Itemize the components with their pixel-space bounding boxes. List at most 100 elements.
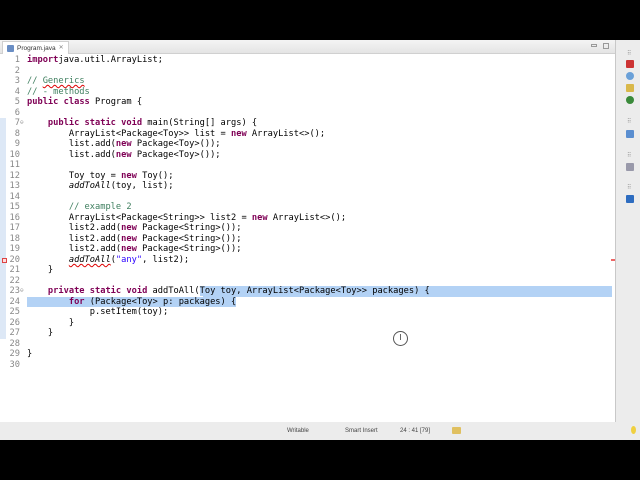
code-token: import (27, 55, 59, 65)
code-line[interactable]: 18 list2.add(new Package<String>()); (0, 233, 615, 245)
code-token: } (27, 265, 54, 276)
code-token: Program { (89, 97, 143, 108)
progress-icon[interactable] (452, 427, 461, 434)
lightbulb-icon[interactable] (631, 426, 636, 434)
code-token: Package<String>()); (136, 223, 242, 234)
code-text: list2.add(new Package<String>()); (27, 234, 242, 245)
code-text: } (27, 328, 53, 339)
code-token: addToAll( (147, 286, 200, 297)
status-insert-mode: Smart Insert (345, 428, 378, 434)
code-line[interactable]: 15 // example 2 (0, 202, 615, 213)
line-number: 18 (9, 233, 20, 244)
console-icon[interactable] (626, 195, 634, 203)
line-number: 4 (14, 86, 20, 97)
code-token: list2.add( (27, 244, 122, 255)
code-line[interactable]: 7 ⊖ public static void main(String[] args… (0, 118, 615, 129)
code-line[interactable]: 21 } (0, 265, 615, 276)
code-token: addToAll (68, 254, 111, 265)
code-token: new (121, 170, 137, 181)
code-text: public static void main(String[] args) { (27, 118, 257, 129)
code-token: Package<Toy>()); (131, 149, 221, 160)
fold-toggle-icon[interactable]: ⊖ (20, 118, 24, 129)
editor-tab-bar: Program.java ✕ (0, 40, 615, 54)
right-toolbar: ⠿ ⠿ ⠿ ⠿ (620, 40, 640, 210)
hierarchy-icon[interactable] (626, 130, 634, 138)
code-line[interactable]: 24 for (Package<Toy> p: packages) { (0, 296, 615, 308)
status-bar: Writable Smart Insert 24 : 41 [79] (0, 422, 640, 440)
java-editor[interactable]: Program.java ✕ 1 importjava.util.ArrayLis… (0, 40, 616, 422)
code-line[interactable]: 3 // Generics (0, 76, 615, 87)
line-number: 21 (9, 265, 20, 276)
code-line[interactable]: 14 (0, 191, 615, 203)
code-line[interactable]: 12 Toy toy = new Toy(); (0, 170, 615, 182)
task-list-icon[interactable] (626, 60, 634, 68)
code-token: Toy toy, ArrayList<Package<Toy>> package… (199, 286, 430, 297)
code-token: public (27, 97, 59, 108)
line-number: 13 (9, 181, 20, 192)
code-token: Generics (42, 76, 85, 87)
search-view-icon[interactable] (626, 84, 634, 92)
code-line[interactable]: 11 (0, 160, 615, 171)
code-token: new (251, 212, 268, 223)
line-number: 2 (14, 65, 20, 76)
code-token: java.util.ArrayList; (58, 55, 163, 65)
code-text: list2.add(new Package<String>()); (27, 223, 242, 234)
line-number: 6 (14, 107, 20, 118)
code-line[interactable]: 20 addToAll("any", list2); (0, 254, 615, 266)
code-token: Toy(); (136, 170, 174, 181)
minimize-icon[interactable] (591, 44, 597, 47)
line-number: 7 (14, 118, 20, 129)
code-line[interactable]: 25 p.setItem(toy); (0, 307, 615, 318)
code-line[interactable]: 4 // - methods (0, 87, 615, 98)
properties-icon[interactable] (626, 163, 634, 171)
code-line[interactable]: 23 ⊖ private static void addToAll(Toy toy… (0, 286, 615, 297)
code-line[interactable]: 5 public class Program { (0, 97, 615, 108)
code-token: } (27, 328, 54, 339)
line-number: 23 (9, 286, 20, 297)
eclipse-window: Program.java ✕ 1 importjava.util.ArrayLis… (0, 40, 640, 440)
code-line[interactable]: 16 ArrayList<Package<String>> list2 = ne… (0, 212, 615, 224)
code-line[interactable]: 28 (0, 339, 615, 350)
code-line[interactable]: 29} (0, 349, 615, 360)
code-line[interactable]: 2 (0, 66, 615, 77)
code-token: (Package<Toy> p: packages) { (84, 296, 237, 307)
code-line[interactable]: 26 } (0, 317, 615, 329)
code-token: Package<Toy>()); (131, 139, 221, 150)
code-text: } (27, 265, 53, 276)
code-line[interactable]: 17 list2.add(new Package<String>()); (0, 223, 615, 234)
code-text: list2.add(new Package<String>()); (27, 244, 242, 255)
code-line[interactable]: 6 (0, 108, 615, 119)
text-cursor-icon: I (393, 331, 408, 346)
overview-error-marker[interactable] (611, 258, 615, 261)
code-line[interactable]: 1 importjava.util.ArrayList; (0, 55, 615, 66)
code-token: new (121, 244, 137, 255)
fold-toggle-icon[interactable]: ⊖ (20, 286, 24, 297)
status-writable: Writable (287, 428, 309, 434)
code-text: p.setItem(toy); (27, 307, 168, 318)
maximize-icon[interactable] (603, 43, 609, 49)
debug-icon[interactable] (626, 96, 634, 104)
code-line[interactable]: 8 ArrayList<Package<Toy>> list = new Arr… (0, 128, 615, 140)
code-line[interactable]: 9 list.add(new Package<Toy>()); (0, 139, 615, 150)
code-line[interactable]: 19 list2.add(new Package<String>()); (0, 244, 615, 255)
error-marker-icon[interactable] (2, 257, 7, 263)
code-line[interactable]: 27 } (0, 328, 615, 339)
close-tab-icon[interactable]: ✕ (59, 42, 64, 55)
tab-program-java[interactable]: Program.java ✕ (2, 41, 69, 54)
code-token: new (115, 149, 132, 160)
line-number: 12 (9, 170, 20, 181)
code-area[interactable]: 1 importjava.util.ArrayList; 2 3 // Generics… (0, 55, 615, 370)
code-line[interactable]: 30 (0, 360, 615, 371)
code-line[interactable]: 22 (0, 275, 615, 287)
code-line[interactable]: 10 list.add(new Package<Toy>()); (0, 149, 615, 161)
code-line[interactable]: 13 addToAll(toy, list); (0, 181, 615, 192)
code-text: } (27, 349, 32, 360)
outline-icon[interactable] (626, 72, 634, 80)
code-text: Toy toy = new Toy(); (27, 170, 174, 182)
line-number: 26 (9, 317, 20, 328)
code-token: public static void (47, 118, 143, 129)
code-token: ArrayList<Package<String>> list2 = (27, 212, 252, 223)
grip-icon: ⠿ (627, 153, 632, 159)
